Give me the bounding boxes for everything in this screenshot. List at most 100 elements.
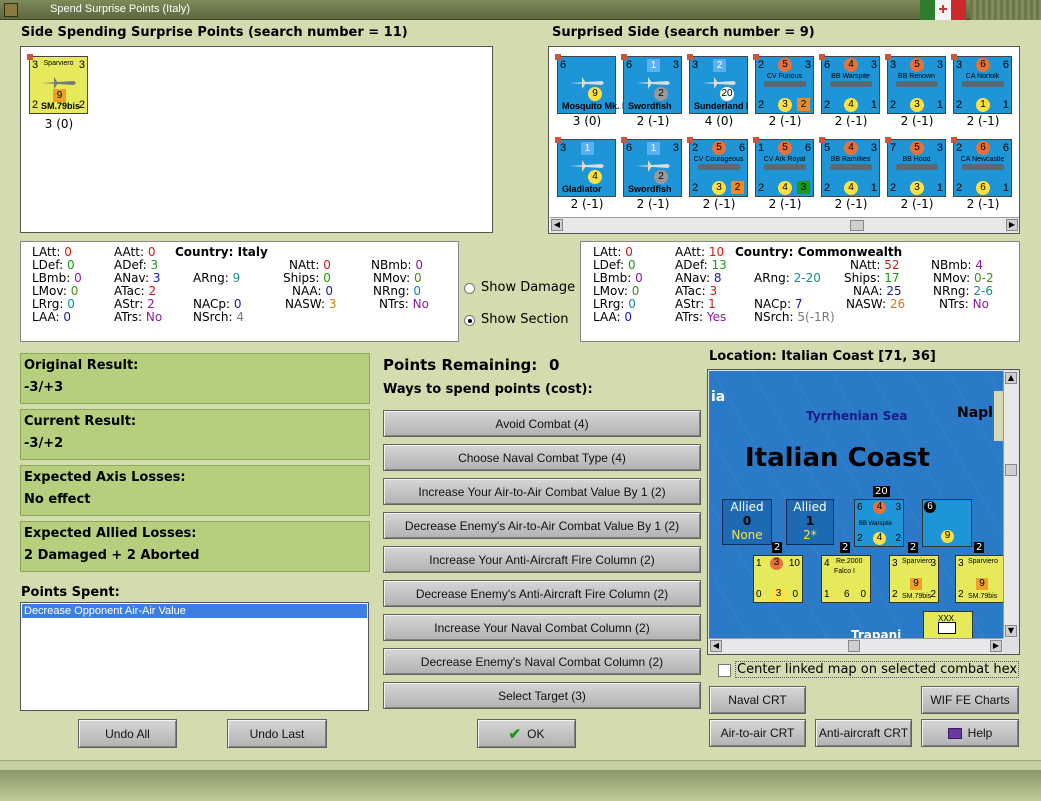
points-spent-list[interactable]: Decrease Opponent Air-Air Value xyxy=(20,602,369,711)
undo-all-button[interactable]: Undo All xyxy=(78,719,177,748)
scroll-down-icon[interactable]: ▼ xyxy=(1005,625,1017,637)
wif-fe-charts-button[interactable]: WIF FE Charts xyxy=(921,686,1019,714)
spend-option-button[interactable]: Increase Your Anti-Aircraft Fire Column … xyxy=(383,546,701,573)
ok-button[interactable]: ✔ OK xyxy=(477,719,576,748)
spend-option-button[interactable]: Increase Your Naval Combat Column (2) xyxy=(383,614,701,641)
spend-option-button[interactable]: Choose Naval Combat Type (4) xyxy=(383,444,701,471)
nation-flag-icon xyxy=(920,0,966,20)
unit-caption: 2 (-1) xyxy=(570,197,604,211)
unit-counter-swordfish[interactable]: 6 1 3 2 Swordfish xyxy=(621,54,682,114)
allied-box-1[interactable]: Allied 0 None xyxy=(722,499,772,545)
units-scrollbar[interactable]: ◀ ▶ xyxy=(550,217,1019,233)
unit-counter-ca-norfolk[interactable]: 3 6 6 CA Norfolk 2 1 1 xyxy=(951,54,1012,114)
ship-icon xyxy=(896,164,938,170)
unit-caption: 2 (-1) xyxy=(702,197,736,211)
spend-option-button[interactable]: Select Target (3) xyxy=(383,682,701,709)
expected-axis-losses-panel: Expected Axis Losses: No effect xyxy=(20,465,370,516)
map-vertical-scrollbar[interactable]: ▲ ▼ xyxy=(1003,371,1018,638)
spend-option-button[interactable]: Decrease Enemy's Air-to-Air Combat Value… xyxy=(383,512,701,539)
unit-caption: 2 (-1) xyxy=(768,197,802,211)
surprised-side-units-panel: 6 9 Mosquito Mk. II 3 (0) 6 1 3 2 Swordfish 2 (-1… xyxy=(548,46,1020,234)
unit-counter-swordfish[interactable]: 6 1 3 2 Swordfish xyxy=(621,137,682,197)
scroll-thumb[interactable] xyxy=(850,220,864,231)
ship-icon xyxy=(962,81,1004,87)
unit-caption: 2 (-1) xyxy=(636,197,670,211)
spending-side-header: Side Spending Surprise Points (search nu… xyxy=(21,25,408,40)
unit-counter-cv-furious[interactable]: 2 5 3 CV Furious 2 3 2 xyxy=(753,54,814,114)
scroll-right-icon[interactable]: ▶ xyxy=(1006,219,1018,231)
center-linked-checkbox[interactable] xyxy=(718,664,731,677)
spend-option-button[interactable]: Increase Your Air-to-Air Combat Value By… xyxy=(383,478,701,505)
unit-counter-bb-warspite[interactable]: 6 4 3 BB Warspite 2 4 1 xyxy=(819,54,880,114)
spend-option-button[interactable]: Avoid Combat (4) xyxy=(383,410,701,437)
map-hscroll-thumb[interactable] xyxy=(848,640,860,652)
unit-counter-bb-renown[interactable]: 3 5 3 BB Renown 2 3 1 xyxy=(885,54,946,114)
map-counter-falco[interactable]: 4 Re.2000 Falco I 1 6 0 xyxy=(821,555,871,603)
anti-aircraft-crt-button[interactable]: Anti-aircraft CRT xyxy=(815,719,912,747)
allied-box-2[interactable]: Allied 1 2* xyxy=(786,499,834,545)
ship-icon xyxy=(962,164,1004,170)
unit-caption: 4 (0) xyxy=(704,114,734,128)
ways-to-spend-label: Ways to spend points (cost): xyxy=(383,382,593,397)
location-label: Location: Italian Coast [71, 36] xyxy=(709,349,936,364)
map-counter-sparviero[interactable]: 3 Sparviero 3 9 2 SM.79bis 2 xyxy=(889,555,939,603)
map-horizontal-scrollbar[interactable]: ◀ ▶ xyxy=(709,638,1003,653)
show-damage-label[interactable]: Show Damage xyxy=(481,280,575,295)
map-counter-hq[interactable]: XXX xyxy=(923,611,973,638)
ship-icon xyxy=(764,81,806,87)
map-counter-infantry[interactable]: 1 3 10 0 3 0 xyxy=(753,555,803,603)
window-title: Spend Surprise Points (Italy) xyxy=(50,3,191,15)
map-counter-sparviero-2[interactable]: 3 Sparviero 9 2 SM.79bis xyxy=(955,555,1003,603)
current-result-panel: Current Result: -3/+2 xyxy=(20,409,370,460)
map-hex-title: Italian Coast xyxy=(745,443,930,473)
show-section-label[interactable]: Show Section xyxy=(481,312,569,327)
points-remaining-label: Points Remaining: xyxy=(383,356,538,374)
commonwealth-stats-panel: LAtt: 0 LDef: 0 LBmb: 0 LMov: 0 LRrg: 0 … xyxy=(580,241,1020,342)
unit-counter-sparviero[interactable]: 3 Sparviero 3 9 2 SM.79bis 2 xyxy=(27,54,88,114)
book-icon xyxy=(947,727,962,739)
show-section-radio[interactable] xyxy=(464,315,475,326)
scroll-left-icon-map[interactable]: ◀ xyxy=(710,640,722,652)
ship-icon xyxy=(830,81,872,87)
points-spent-item[interactable]: Decrease Opponent Air-Air Value xyxy=(22,604,367,618)
unit-caption: 2 (-1) xyxy=(966,197,1000,211)
ship-icon xyxy=(896,81,938,87)
map-counter-warspite[interactable]: 6 4 3 BB Warspite 2 4 2 xyxy=(854,499,904,547)
title-bar: Spend Surprise Points (Italy) xyxy=(0,0,1041,20)
map-view[interactable]: ia Tyrrhenian Sea Napl Italian Coast All… xyxy=(709,371,1003,638)
map-counter-mosquito[interactable]: 6 9 xyxy=(922,499,972,547)
undo-last-button[interactable]: Undo Last xyxy=(227,719,327,748)
naval-crt-button[interactable]: Naval CRT xyxy=(709,686,806,714)
titlebar-pattern xyxy=(970,0,1041,20)
spend-option-button[interactable]: Decrease Enemy's Naval Combat Column (2) xyxy=(383,648,701,675)
original-result-panel: Original Result: -3/+3 xyxy=(20,353,370,404)
scroll-right-icon-map[interactable]: ▶ xyxy=(990,640,1002,652)
unit-caption: 3 (0) xyxy=(44,117,74,131)
checkmark-icon: ✔ xyxy=(508,725,522,743)
unit-caption: 2 (-1) xyxy=(636,114,670,128)
ship-icon xyxy=(698,164,740,170)
scroll-up-icon[interactable]: ▲ xyxy=(1005,372,1017,384)
unit-counter-mosquito-mk-ii[interactable]: 6 9 Mosquito Mk. II xyxy=(555,54,627,114)
unit-counter-bb-hood[interactable]: 7 5 3 BB Hood 2 3 1 xyxy=(885,137,946,197)
points-spent-label: Points Spent: xyxy=(21,585,120,600)
italy-stats-panel: LAtt: 0 LDef: 0 LBmb: 0 LMov: 0 LRrg: 0 … xyxy=(20,241,459,342)
spending-side-units-panel: 3 Sparviero 3 9 2 SM.79bis 2 3 (0) xyxy=(20,46,493,233)
unit-counter-bb-ramillies[interactable]: 5 4 3 BB Ramillies 2 4 1 xyxy=(819,137,880,197)
help-button[interactable]: Help xyxy=(921,719,1019,747)
unit-counter-sunderland-i[interactable]: 3 2 20 Sunderland I xyxy=(687,54,749,114)
unit-counter-cv-courageous[interactable]: 2 5 6 CV Courageous 2 3 2 xyxy=(687,137,748,197)
spend-option-button[interactable]: Decrease Enemy's Anti-Aircraft Fire Colu… xyxy=(383,580,701,607)
unit-caption: 2 (-1) xyxy=(900,114,934,128)
center-linked-label[interactable]: Center linked map on selected combat hex xyxy=(735,661,1020,678)
show-damage-radio[interactable] xyxy=(464,283,475,294)
unit-counter-ca-newcastle[interactable]: 2 6 6 CA Newcastle 2 6 1 xyxy=(951,137,1012,197)
unit-counter-gladiator[interactable]: 3 1 4 Gladiator xyxy=(555,137,616,197)
unit-counter-cv-ark-royal[interactable]: 1 5 6 CV Ark Royal 2 4 3 xyxy=(753,137,814,197)
status-bar xyxy=(0,770,1041,801)
air-to-air-crt-button[interactable]: Air-to-air CRT xyxy=(709,719,806,747)
scroll-left-icon[interactable]: ◀ xyxy=(551,219,563,231)
map-vscroll-thumb[interactable] xyxy=(1005,464,1017,476)
unit-caption: 3 (0) xyxy=(572,114,602,128)
app-icon xyxy=(4,3,18,17)
